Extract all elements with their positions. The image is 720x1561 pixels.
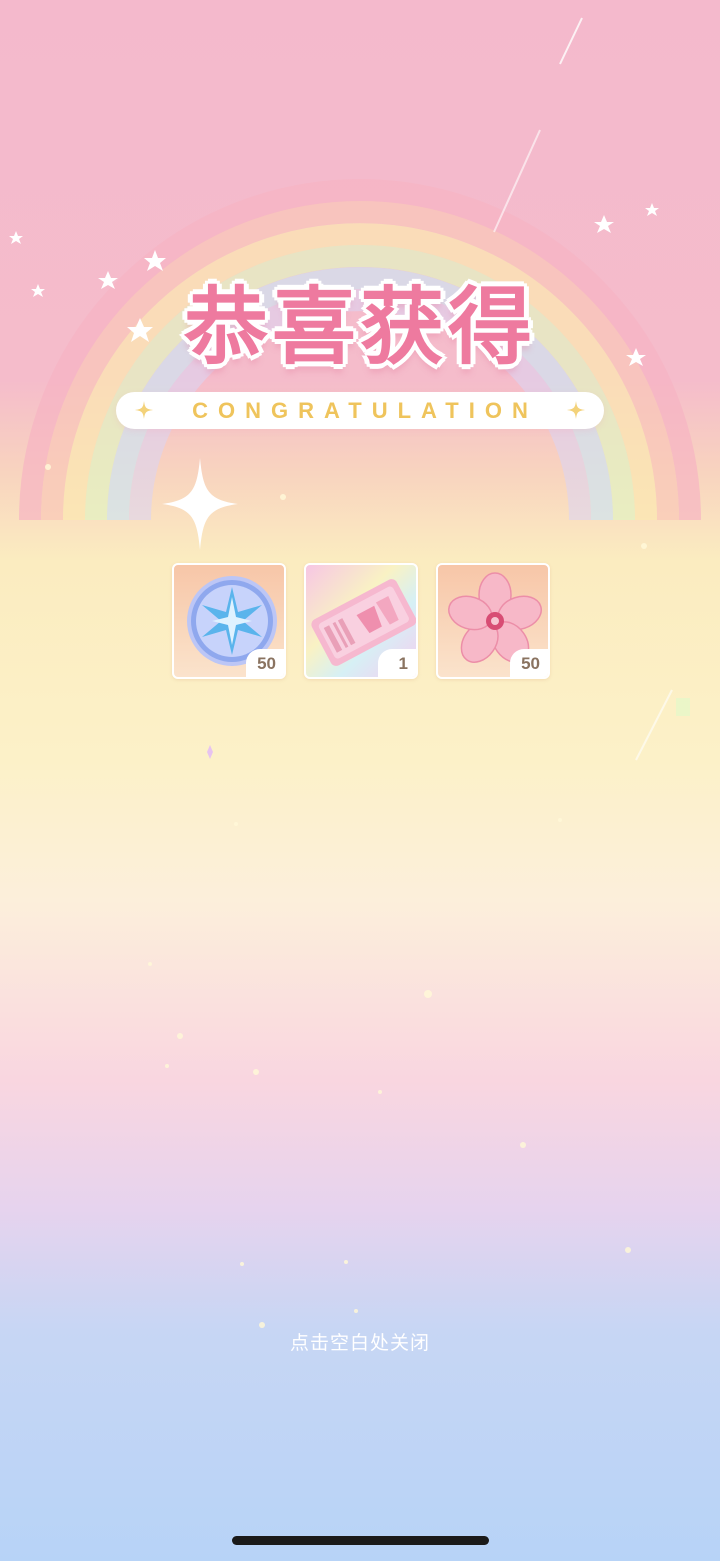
page-title: 恭喜获得: [183, 278, 536, 376]
reward-item-ticket[interactable]: 1: [304, 563, 418, 679]
subtitle-text: CONGRATULATION: [192, 398, 538, 423]
subtitle-banner: CONGRATULATION: [116, 392, 604, 429]
particle-decoration: [45, 464, 690, 1328]
sparkle-icon: [567, 401, 585, 419]
reward-list: 50 1 50: [172, 563, 554, 683]
close-hint-text[interactable]: 点击空白处关闭: [0, 1328, 720, 1355]
home-indicator[interactable]: [232, 1536, 489, 1545]
reward-item-star-coin[interactable]: 50: [172, 563, 286, 679]
reward-count: 50: [510, 649, 548, 677]
reward-count: 50: [246, 649, 284, 677]
reward-item-sakura-flower[interactable]: 50: [436, 563, 550, 679]
reward-count: 1: [378, 649, 416, 677]
